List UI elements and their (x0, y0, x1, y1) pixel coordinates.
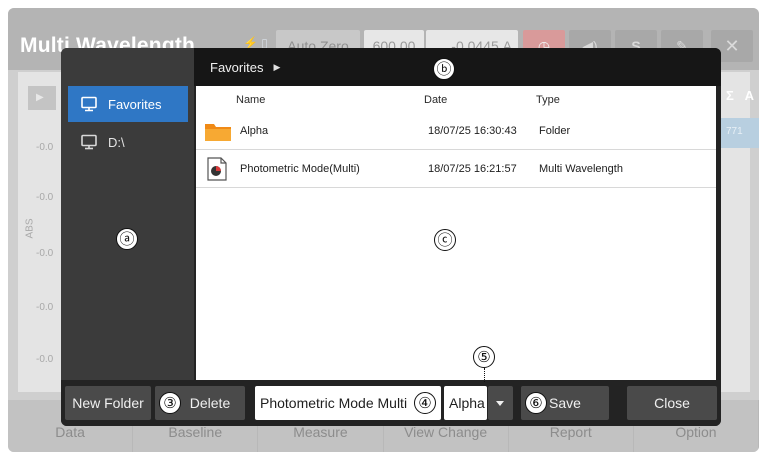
folder-dropdown-button[interactable] (488, 386, 513, 420)
right-column-cell: 771 (718, 118, 759, 148)
close-icon: ✕ (724, 35, 740, 56)
column-name[interactable]: Name (236, 94, 265, 106)
column-date[interactable]: Date (424, 94, 447, 106)
file-row-photometric[interactable]: Photometric Mode(Multi) 18/07/25 16:21:5… (196, 151, 716, 188)
file-date: 18/07/25 16:30:43 (428, 125, 517, 137)
y-tick: -0.0 (36, 302, 54, 313)
new-folder-button[interactable]: New Folder (65, 386, 151, 420)
sidebar-item-label: Favorites (108, 96, 162, 112)
sigma-column: Σ (726, 88, 734, 103)
file-name: Photometric Mode(Multi) (240, 163, 360, 175)
breadcrumb-favorites[interactable]: Favorites (210, 60, 263, 75)
location-sidebar: Favorites D:\ (61, 48, 194, 380)
monitor-icon (80, 96, 98, 112)
file-list: Name Date Type Alpha 18/07/25 16:30:43 F… (196, 86, 716, 380)
file-type: Multi Wavelength (539, 163, 623, 175)
callout-6: ⑥ (525, 392, 547, 414)
file-type: Folder (539, 125, 571, 137)
graph-nav-arrow[interactable]: ▶ (28, 86, 56, 110)
monitor-icon (80, 134, 98, 150)
folder-select[interactable]: Alpha (444, 386, 487, 420)
y-tick: -0.0 (36, 248, 54, 259)
callout-a: ⓐ (116, 228, 138, 250)
file-date: 18/07/25 16:21:57 (428, 163, 517, 175)
y-tick: -0.0 (36, 142, 54, 153)
callout-3: ③ (159, 392, 181, 414)
chevron-right-icon: ▶ (273, 61, 281, 72)
y-axis-label: ABS (24, 218, 36, 239)
column-type[interactable]: Type (536, 94, 560, 106)
callout-5: ⑤ (473, 346, 495, 368)
file-name: Alpha (240, 125, 269, 137)
y-tick: -0.0 (36, 354, 54, 365)
sidebar-item-label: D:\ (108, 134, 125, 150)
callout-5-leader (484, 368, 485, 382)
file-row-alpha[interactable]: Alpha 18/07/25 16:30:43 Folder (196, 113, 716, 150)
callout-b: ⓑ (433, 58, 455, 80)
y-tick: -0.0 (36, 192, 54, 203)
right-column-headers: Σ A (726, 88, 754, 103)
a-column: A (744, 88, 755, 103)
photometric-file-icon (206, 157, 228, 184)
sidebar-item-d-drive[interactable]: D:\ (68, 124, 188, 160)
callout-4: ④ (414, 392, 436, 414)
path-breadcrumb: Favorites ▶ (194, 48, 721, 86)
file-save-dialog: Favorites D:\ Favorites ▶ Name Date Type… (61, 48, 721, 426)
close-button[interactable]: Close (627, 386, 717, 420)
folder-icon (204, 120, 232, 145)
file-list-header: Name Date Type (196, 86, 716, 112)
sidebar-item-favorites[interactable]: Favorites (68, 86, 188, 122)
callout-c: ⓒ (434, 229, 456, 251)
